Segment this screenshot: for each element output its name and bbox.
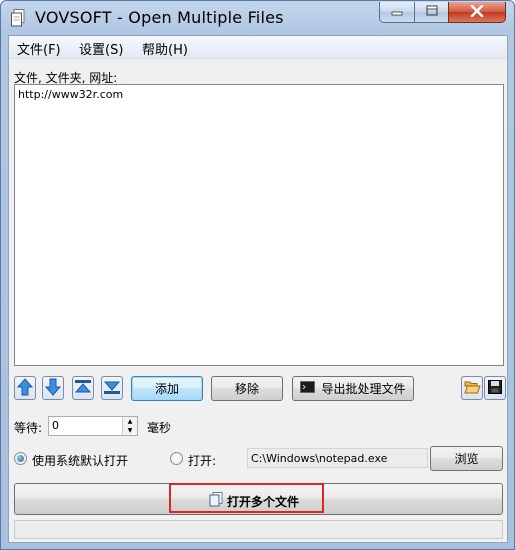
terminal-icon bbox=[300, 381, 316, 396]
app-window: VOVSOFT - Open Multiple Files 文件(F) 设置(S… bbox=[0, 0, 515, 550]
browse-button[interactable]: 浏览 bbox=[430, 446, 503, 471]
menu-settings[interactable]: 设置(S) bbox=[79, 39, 123, 58]
close-icon bbox=[470, 4, 484, 20]
status-bar bbox=[14, 520, 503, 539]
move-top-button[interactable] bbox=[72, 376, 94, 400]
save-list-button[interactable] bbox=[484, 376, 506, 400]
menu-file[interactable]: 文件(F) bbox=[17, 39, 61, 58]
wait-spinner[interactable]: ▲ ▼ bbox=[122, 417, 137, 435]
files-icon bbox=[11, 9, 25, 27]
custom-open-radio[interactable] bbox=[170, 452, 183, 465]
default-open-label[interactable]: 使用系统默认打开 bbox=[32, 452, 128, 469]
window-title: VOVSOFT - Open Multiple Files bbox=[35, 8, 284, 27]
wait-input[interactable]: 0 ▲ ▼ bbox=[48, 416, 138, 436]
open-multiple-files-content[interactable]: 打开多个文件 bbox=[209, 492, 299, 510]
add-button[interactable]: 添加 bbox=[131, 376, 203, 401]
minimize-icon bbox=[391, 5, 403, 19]
custom-open-label[interactable]: 打开: bbox=[188, 452, 216, 469]
file-list[interactable]: http://www32r.com bbox=[14, 84, 504, 366]
spin-up-icon[interactable]: ▲ bbox=[123, 417, 137, 426]
maximize-icon bbox=[426, 5, 438, 19]
menu-help[interactable]: 帮助(H) bbox=[142, 39, 188, 58]
remove-button-label: 移除 bbox=[234, 382, 259, 396]
spin-down-icon[interactable]: ▼ bbox=[123, 426, 137, 435]
title-bar[interactable]: VOVSOFT - Open Multiple Files bbox=[1, 1, 514, 35]
client-area: 文件(F) 设置(S) 帮助(H) 文件, 文件夹, 网址: http://ww… bbox=[8, 35, 508, 543]
browse-button-label: 浏览 bbox=[454, 452, 479, 466]
program-path-field[interactable]: C:\Windows\notepad.exe bbox=[247, 448, 428, 468]
list-item[interactable]: http://www32r.com bbox=[18, 88, 123, 101]
program-path-value: C:\Windows\notepad.exe bbox=[251, 452, 388, 465]
move-bottom-icon bbox=[103, 379, 121, 398]
move-up-button[interactable] bbox=[14, 376, 36, 400]
arrow-up-icon bbox=[16, 377, 34, 399]
wait-unit-label: 毫秒 bbox=[147, 421, 172, 435]
move-down-button[interactable] bbox=[42, 376, 64, 400]
minimize-button[interactable] bbox=[379, 2, 415, 23]
save-icon bbox=[488, 379, 502, 397]
wait-value: 0 bbox=[52, 419, 59, 432]
move-top-icon bbox=[74, 379, 92, 398]
wait-label: 等待: bbox=[14, 421, 43, 435]
open-multiple-files-label: 打开多个文件 bbox=[227, 494, 300, 509]
export-batch-label: 导出批处理文件 bbox=[321, 382, 406, 396]
add-button-label: 添加 bbox=[154, 382, 179, 396]
folder-open-icon bbox=[463, 380, 481, 397]
files-icon bbox=[209, 492, 223, 510]
open-list-button[interactable] bbox=[461, 376, 483, 400]
arrow-down-icon bbox=[44, 378, 62, 399]
export-batch-button[interactable]: 导出批处理文件 bbox=[292, 376, 414, 401]
menu-bar: 文件(F) 设置(S) 帮助(H) bbox=[9, 36, 507, 59]
close-button[interactable] bbox=[448, 2, 506, 23]
maximize-button[interactable] bbox=[414, 2, 449, 23]
default-open-radio[interactable] bbox=[14, 452, 27, 465]
move-bottom-button[interactable] bbox=[101, 376, 123, 400]
remove-button[interactable]: 移除 bbox=[211, 376, 283, 401]
